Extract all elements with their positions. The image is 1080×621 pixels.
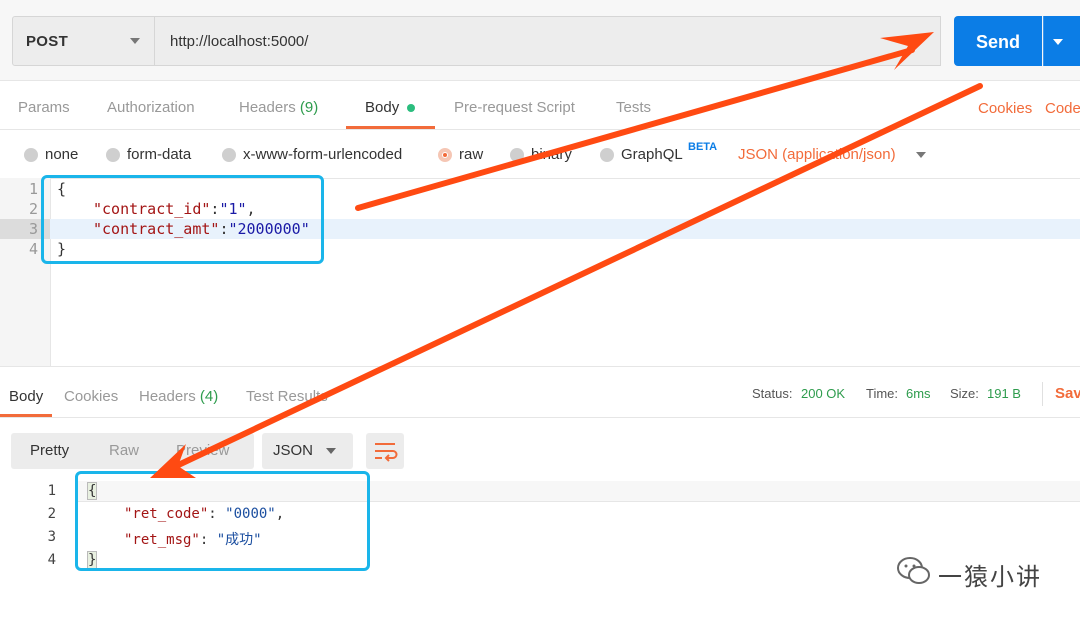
annotation-arrows: [150, 32, 983, 478]
watermark-text: 一猿小讲: [938, 564, 1042, 591]
arrow-to-send-icon: [355, 32, 934, 211]
wechat-icon: [897, 557, 930, 584]
arrow-to-response-icon: [150, 83, 983, 478]
